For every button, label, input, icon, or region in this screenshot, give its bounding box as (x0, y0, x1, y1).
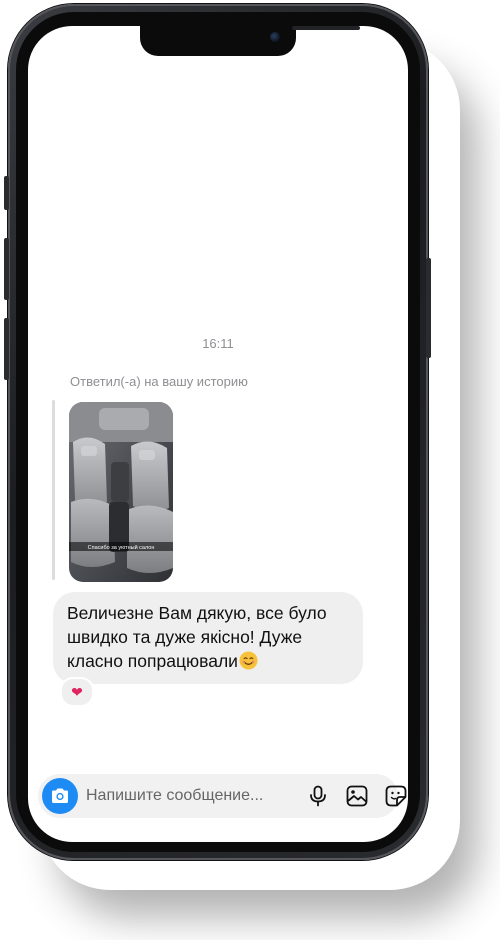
gallery-button[interactable] (345, 784, 369, 808)
message-composer (38, 774, 407, 818)
story-caption: Спасибо за уютный салон (88, 544, 155, 551)
front-camera (270, 32, 280, 42)
speaker-grille (292, 26, 360, 30)
smiling-face-emoji (239, 651, 258, 670)
message-text: Величезне Вам дякую, все було швидко та … (67, 603, 327, 671)
microphone-icon (310, 785, 326, 807)
car-seat-photo: Спасибо за уютный салон (69, 402, 173, 582)
side-button-volume-down (4, 318, 9, 380)
camera-icon (52, 788, 68, 803)
side-button-volume-up (4, 238, 9, 300)
side-button-silent (4, 176, 9, 210)
message-text-container: Величезне Вам дякую, все було швидко та … (67, 601, 357, 673)
side-button-power (426, 258, 431, 358)
message-timestamp: 16:11 (202, 336, 234, 351)
message-input[interactable] (86, 784, 276, 808)
stage: 16:11 Ответил(-а) на вашу историю Спасиб… (0, 0, 500, 940)
phone-screen: 16:11 Ответил(-а) на вашу историю Спасиб… (28, 26, 408, 842)
gallery-icon (346, 785, 368, 807)
heart-reaction[interactable]: ❤ (60, 677, 94, 707)
microphone-button[interactable] (306, 784, 330, 808)
sticker-icon (385, 785, 407, 807)
sticker-button[interactable] (384, 784, 408, 808)
message-bubble[interactable]: Величезне Вам дякую, все було швидко та … (53, 592, 363, 684)
story-thumbnail[interactable]: Спасибо за уютный салон (69, 402, 173, 582)
camera-button[interactable] (42, 778, 78, 814)
story-reply-note: Ответил(-а) на вашу историю (70, 374, 248, 389)
notch (140, 26, 360, 56)
reply-indicator-bar (52, 400, 55, 580)
